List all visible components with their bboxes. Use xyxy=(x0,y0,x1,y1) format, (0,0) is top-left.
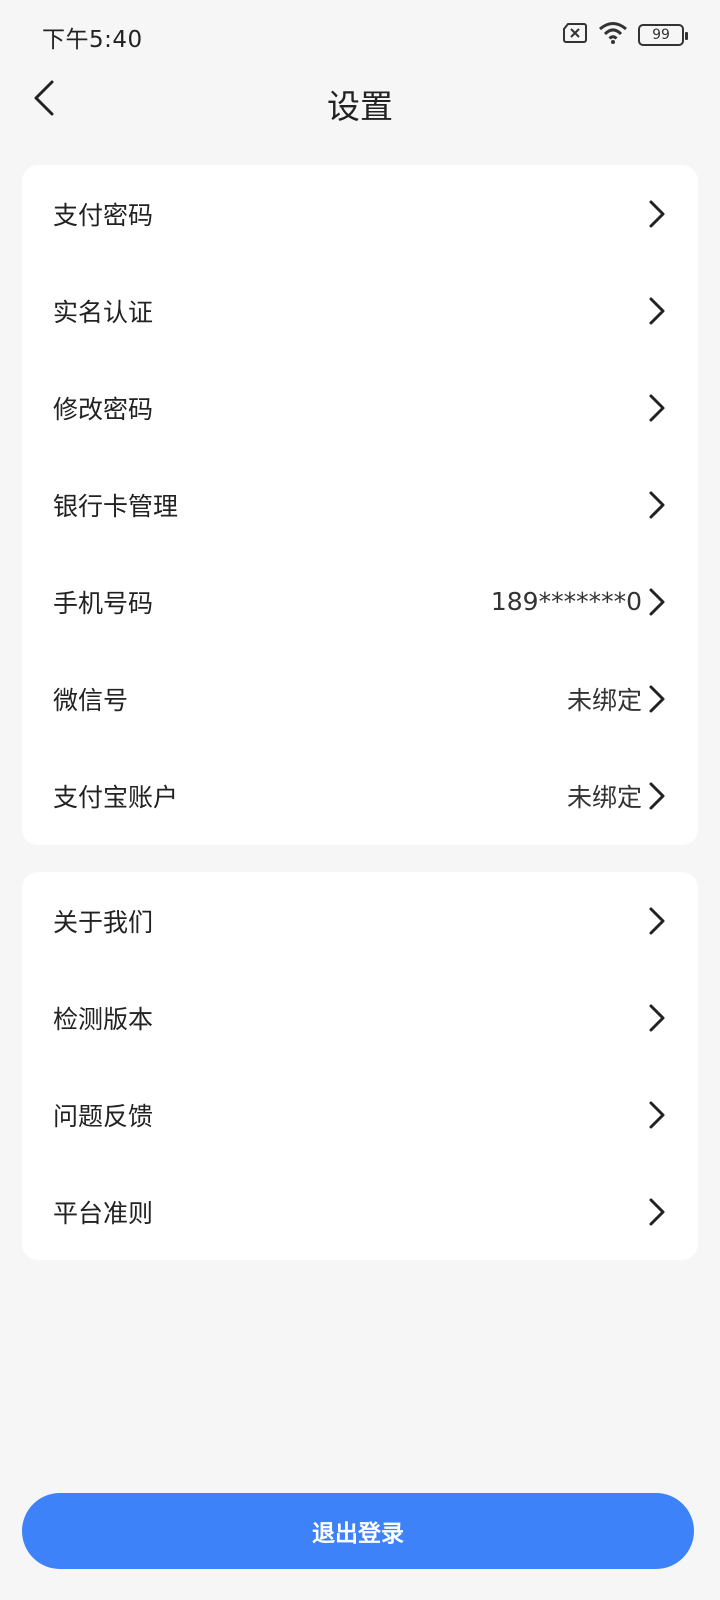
settings-item-platform-rules[interactable]: 平台准则 xyxy=(22,1163,698,1260)
chevron-right-icon xyxy=(646,393,668,423)
status-time: 下午5:40 xyxy=(42,27,143,53)
settings-item-label: 支付密码 xyxy=(53,200,154,230)
settings-item-label: 支付宝账户 xyxy=(53,782,179,812)
settings-item-real-name[interactable]: 实名认证 xyxy=(22,262,698,359)
settings-item-phone[interactable]: 手机号码 189*******0 xyxy=(22,553,698,650)
settings-group-account: 支付密码 实名认证 修改密码 银行卡管理 手机号码 189*******0 微信… xyxy=(22,165,698,845)
chevron-right-icon xyxy=(646,906,668,936)
chevron-right-icon xyxy=(646,490,668,520)
settings-item-wechat[interactable]: 微信号 未绑定 xyxy=(22,650,698,747)
settings-item-about-us[interactable]: 关于我们 xyxy=(22,872,698,969)
settings-item-label: 微信号 xyxy=(53,685,129,715)
settings-item-feedback[interactable]: 问题反馈 xyxy=(22,1066,698,1163)
chevron-right-icon xyxy=(646,1197,668,1227)
chevron-right-icon xyxy=(646,587,668,617)
settings-item-label: 问题反馈 xyxy=(53,1101,154,1131)
logout-button[interactable]: 退出登录 xyxy=(22,1493,694,1569)
chevron-right-icon xyxy=(646,1003,668,1033)
settings-item-value: 未绑定 xyxy=(566,782,642,812)
settings-item-label: 修改密码 xyxy=(53,394,154,424)
settings-item-value: 189*******0 xyxy=(490,587,642,616)
nav-bar: 设置 xyxy=(0,70,720,130)
settings-item-change-password[interactable]: 修改密码 xyxy=(22,359,698,456)
settings-item-alipay[interactable]: 支付宝账户 未绑定 xyxy=(22,747,698,844)
settings-item-check-version[interactable]: 检测版本 xyxy=(22,969,698,1066)
settings-item-label: 实名认证 xyxy=(53,297,154,327)
sim-error-icon xyxy=(562,22,588,48)
battery-level: 99 xyxy=(652,27,670,43)
chevron-right-icon xyxy=(646,199,668,229)
settings-item-label: 检测版本 xyxy=(53,1004,154,1034)
settings-item-label: 银行卡管理 xyxy=(53,491,179,521)
battery-icon: 99 xyxy=(638,24,688,46)
chevron-right-icon xyxy=(646,781,668,811)
status-bar: 下午5:40 99 xyxy=(0,0,720,70)
settings-item-label: 手机号码 xyxy=(53,588,154,618)
settings-item-bank-cards[interactable]: 银行卡管理 xyxy=(22,456,698,553)
settings-item-label: 关于我们 xyxy=(53,907,154,937)
page-title: 设置 xyxy=(327,87,393,126)
settings-item-value: 未绑定 xyxy=(566,685,642,715)
settings-item-label: 平台准则 xyxy=(53,1198,154,1228)
status-icons: 99 xyxy=(562,21,688,49)
chevron-right-icon xyxy=(646,1100,668,1130)
wifi-icon xyxy=(598,21,628,49)
chevron-right-icon xyxy=(646,296,668,326)
chevron-right-icon xyxy=(646,684,668,714)
settings-item-payment-password[interactable]: 支付密码 xyxy=(22,165,698,262)
settings-group-about: 关于我们 检测版本 问题反馈 平台准则 xyxy=(22,872,698,1260)
